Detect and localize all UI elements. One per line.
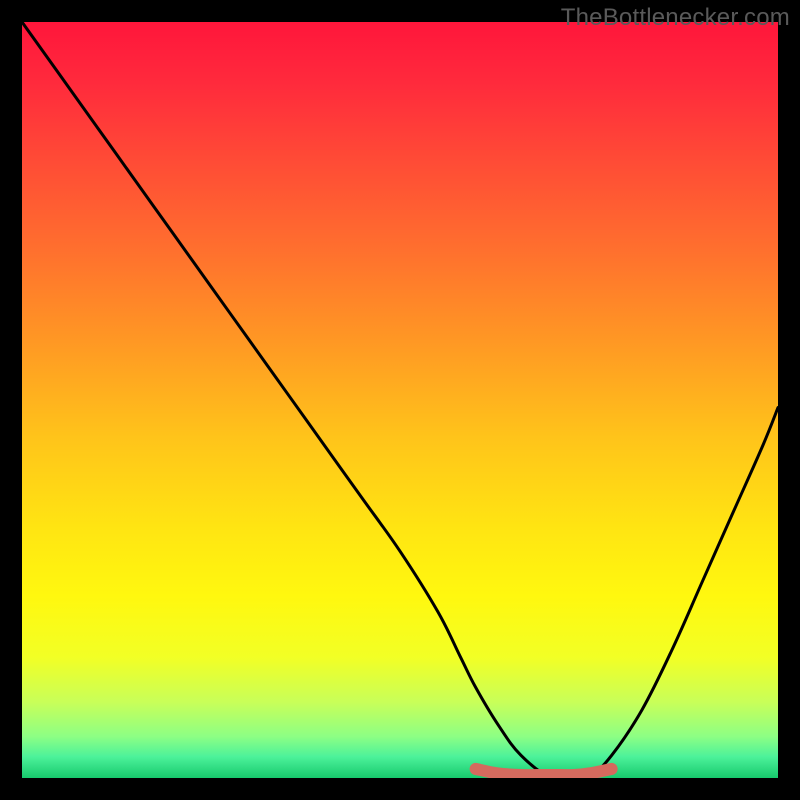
flat-valley-highlight (476, 769, 612, 775)
chart-frame (22, 22, 778, 778)
bottleneck-chart (22, 22, 778, 778)
watermark-label: TheBottleneсker.com (561, 4, 790, 32)
